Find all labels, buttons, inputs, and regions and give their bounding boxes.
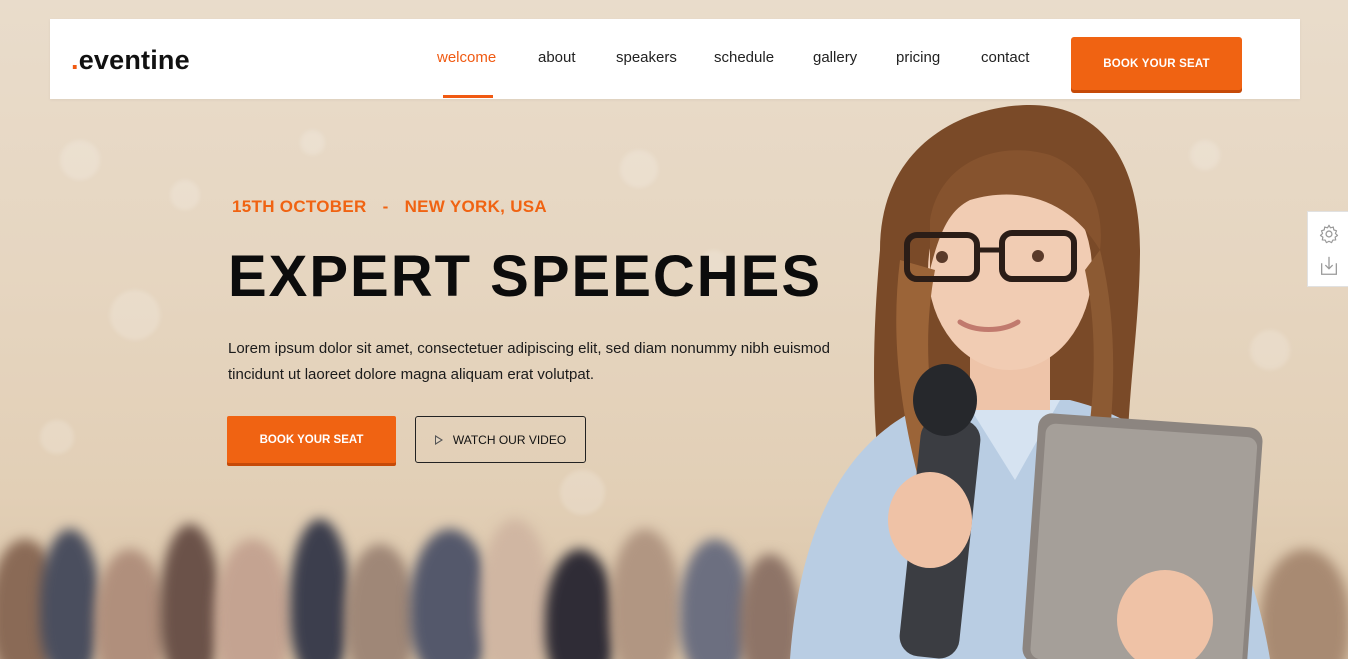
play-icon xyxy=(434,434,443,445)
watch-video-label: WATCH OUR VIDEO xyxy=(452,432,567,447)
gear-icon[interactable] xyxy=(1318,223,1340,245)
nav-item-about[interactable]: about xyxy=(538,49,576,66)
hero-book-seat-button[interactable]: BOOK YOUR SEAT xyxy=(227,416,396,463)
hero-description: Lorem ipsum dolor sit amet, consectetuer… xyxy=(228,340,830,383)
nav-book-seat-button[interactable]: BOOK YOUR SEAT xyxy=(1071,37,1242,90)
event-date: 15TH OCTOBER xyxy=(232,197,367,216)
nav-item-pricing[interactable]: pricing xyxy=(896,49,940,66)
nav-item-gallery[interactable]: gallery xyxy=(813,49,857,66)
event-meta-separator: - xyxy=(382,197,389,216)
event-meta: 15TH OCTOBER - NEW YORK, USA xyxy=(232,197,547,217)
side-tools-panel xyxy=(1307,211,1348,287)
brand-logo[interactable]: .eventine xyxy=(71,45,190,76)
event-location: NEW YORK, USA xyxy=(404,197,547,216)
navbar: .eventine welcome about speakers schedul… xyxy=(50,19,1300,99)
watch-video-button[interactable]: WATCH OUR VIDEO xyxy=(415,416,586,463)
active-nav-indicator xyxy=(443,95,493,98)
nav-item-speakers[interactable]: speakers xyxy=(616,49,677,66)
nav-item-welcome[interactable]: welcome xyxy=(437,49,496,66)
hero-title: EXPERT SPEECHES xyxy=(228,244,823,309)
nav-item-schedule[interactable]: schedule xyxy=(714,49,774,66)
nav-item-contact[interactable]: contact xyxy=(981,49,1029,66)
download-icon[interactable] xyxy=(1318,255,1340,277)
